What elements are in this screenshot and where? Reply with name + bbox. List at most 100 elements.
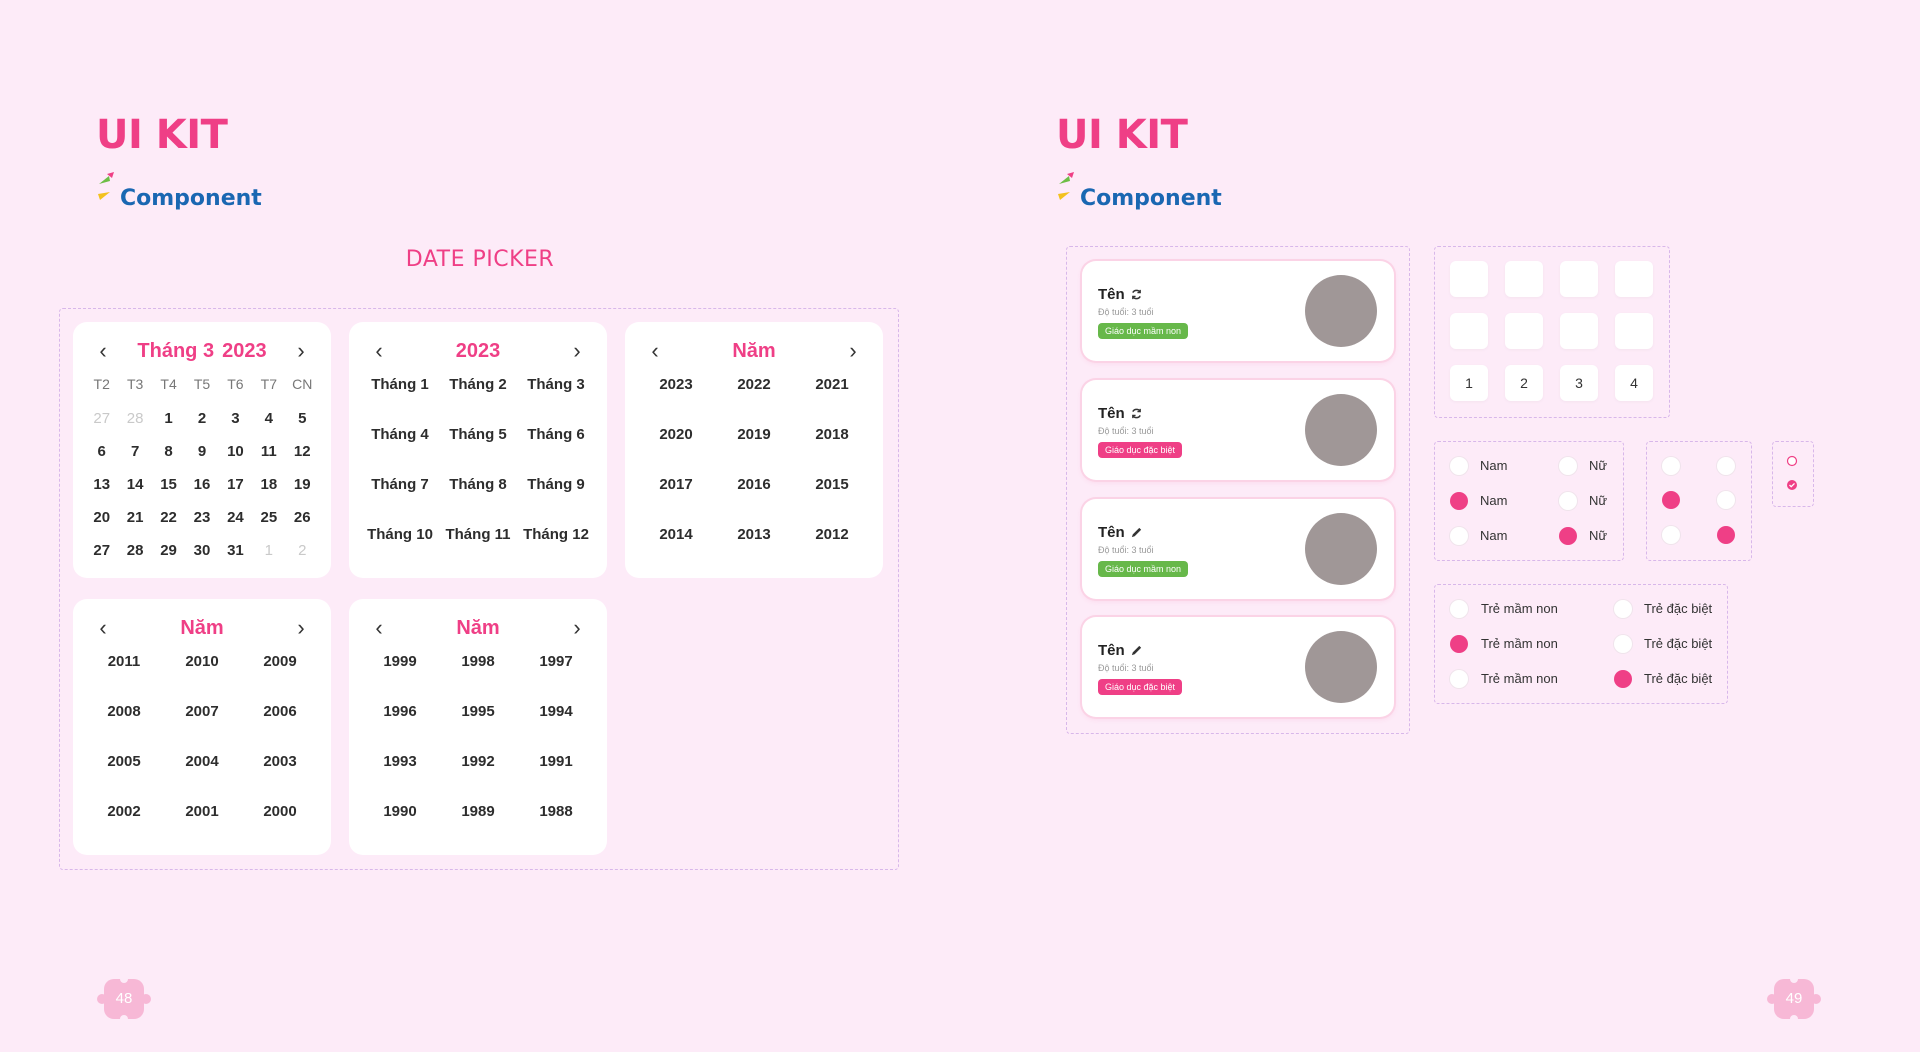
month-cell[interactable]: Tháng 2	[439, 370, 517, 420]
day-cell[interactable]: 19	[286, 468, 319, 501]
day-cell[interactable]: 16	[185, 468, 218, 501]
year-cell[interactable]: 2019	[715, 420, 793, 470]
year-cell[interactable]: 2015	[793, 470, 871, 520]
year-cell[interactable]: 2017	[637, 470, 715, 520]
code-input-box[interactable]: 4	[1615, 365, 1653, 401]
profile-card[interactable]: Tên Độ tuổi: 3 tuổi Giáo dục mầm non	[1082, 499, 1394, 599]
year-cell[interactable]: 2011	[85, 647, 163, 697]
next-year-chevron-icon[interactable]: ›	[565, 336, 589, 366]
day-cell[interactable]: 17	[219, 468, 252, 501]
year-cell[interactable]: 1994	[517, 697, 595, 747]
code-input-box[interactable]: 3	[1560, 365, 1598, 401]
day-cell[interactable]: 5	[286, 402, 319, 435]
edit-icon[interactable]	[1130, 526, 1143, 539]
radio-preschool[interactable]	[1450, 600, 1468, 618]
refresh-icon[interactable]	[1130, 288, 1143, 301]
radio-button[interactable]	[1662, 526, 1680, 544]
year-cell[interactable]: 1996	[361, 697, 439, 747]
day-cell[interactable]: 2	[185, 402, 218, 435]
day-cell[interactable]: 29	[152, 534, 185, 567]
day-cell[interactable]: 6	[85, 435, 118, 468]
code-input-box[interactable]: 1	[1450, 365, 1488, 401]
radio-button[interactable]	[1662, 491, 1680, 509]
code-input-box[interactable]	[1450, 313, 1488, 349]
day-cell[interactable]: 25	[252, 501, 285, 534]
month-cell[interactable]: Tháng 10	[361, 520, 439, 570]
day-cell[interactable]: 1	[252, 534, 285, 567]
radio-male[interactable]	[1450, 527, 1468, 545]
day-cell[interactable]: 10	[219, 435, 252, 468]
day-cell[interactable]: 12	[286, 435, 319, 468]
refresh-icon[interactable]	[1130, 407, 1143, 420]
next-decade-chevron-icon[interactable]: ›	[841, 336, 865, 366]
radio-female[interactable]	[1559, 527, 1577, 545]
edit-icon[interactable]	[1130, 644, 1143, 657]
year-cell[interactable]: 2021	[793, 370, 871, 420]
year-cell[interactable]: 2014	[637, 520, 715, 570]
day-cell[interactable]: 18	[252, 468, 285, 501]
day-cell[interactable]: 22	[152, 501, 185, 534]
day-cell[interactable]: 11	[252, 435, 285, 468]
radio-checked-icon[interactable]	[1786, 479, 1798, 491]
day-cell[interactable]: 21	[118, 501, 151, 534]
day-cell[interactable]: 28	[118, 534, 151, 567]
month-cell[interactable]: Tháng 7	[361, 470, 439, 520]
year-cell[interactable]: 1993	[361, 747, 439, 797]
code-input-box[interactable]	[1450, 261, 1488, 297]
year-cell[interactable]: 1998	[439, 647, 517, 697]
year-cell[interactable]: 2018	[793, 420, 871, 470]
radio-button[interactable]	[1717, 526, 1735, 544]
radio-button[interactable]	[1717, 491, 1735, 509]
radio-unchecked-icon[interactable]	[1786, 455, 1798, 467]
radio-preschool[interactable]	[1450, 670, 1468, 688]
year-cell[interactable]: 1989	[439, 797, 517, 847]
profile-card[interactable]: Tên Độ tuổi: 3 tuổi Giáo dục đặc biệt	[1082, 617, 1394, 717]
day-cell[interactable]: 13	[85, 468, 118, 501]
day-cell[interactable]: 15	[152, 468, 185, 501]
year-cell[interactable]: 2000	[241, 797, 319, 847]
next-decade-chevron-icon[interactable]: ›	[565, 613, 589, 643]
day-cell[interactable]: 9	[185, 435, 218, 468]
radio-female[interactable]	[1559, 457, 1577, 475]
month-cell[interactable]: Tháng 1	[361, 370, 439, 420]
year-cell[interactable]: 2003	[241, 747, 319, 797]
day-cell[interactable]: 23	[185, 501, 218, 534]
code-input-box[interactable]	[1505, 313, 1543, 349]
year-cell[interactable]: 2004	[163, 747, 241, 797]
code-input-box[interactable]: 2	[1505, 365, 1543, 401]
code-input-box[interactable]	[1560, 313, 1598, 349]
year-cell[interactable]: 2016	[715, 470, 793, 520]
month-cell[interactable]: Tháng 4	[361, 420, 439, 470]
year-cell[interactable]: 2001	[163, 797, 241, 847]
day-cell[interactable]: 1	[152, 402, 185, 435]
year-cell[interactable]: 2002	[85, 797, 163, 847]
day-cell[interactable]: 2	[286, 534, 319, 567]
day-cell[interactable]: 27	[85, 402, 118, 435]
year-cell[interactable]: 2012	[793, 520, 871, 570]
day-cell[interactable]: 3	[219, 402, 252, 435]
year-cell[interactable]: 2008	[85, 697, 163, 747]
year-cell[interactable]: 2013	[715, 520, 793, 570]
day-cell[interactable]: 31	[219, 534, 252, 567]
year-cell[interactable]: 2005	[85, 747, 163, 797]
month-label[interactable]: Tháng 3	[137, 340, 214, 362]
month-cell[interactable]: Tháng 9	[517, 470, 595, 520]
month-cell[interactable]: Tháng 8	[439, 470, 517, 520]
day-cell[interactable]: 24	[219, 501, 252, 534]
year-cell[interactable]: 2009	[241, 647, 319, 697]
month-cell[interactable]: Tháng 6	[517, 420, 595, 470]
day-cell[interactable]: 7	[118, 435, 151, 468]
year-cell[interactable]: 2007	[163, 697, 241, 747]
day-cell[interactable]: 26	[286, 501, 319, 534]
month-cell[interactable]: Tháng 5	[439, 420, 517, 470]
day-cell[interactable]: 14	[118, 468, 151, 501]
month-cell[interactable]: Tháng 3	[517, 370, 595, 420]
code-input-box[interactable]	[1615, 313, 1653, 349]
year-cell[interactable]: 2020	[637, 420, 715, 470]
year-cell[interactable]: 1991	[517, 747, 595, 797]
profile-card[interactable]: Tên Độ tuổi: 3 tuổi Giáo dục mầm non	[1082, 261, 1394, 361]
year-cell[interactable]: 1999	[361, 647, 439, 697]
day-cell[interactable]: 27	[85, 534, 118, 567]
radio-preschool[interactable]	[1450, 635, 1468, 653]
year-cell[interactable]: 2022	[715, 370, 793, 420]
